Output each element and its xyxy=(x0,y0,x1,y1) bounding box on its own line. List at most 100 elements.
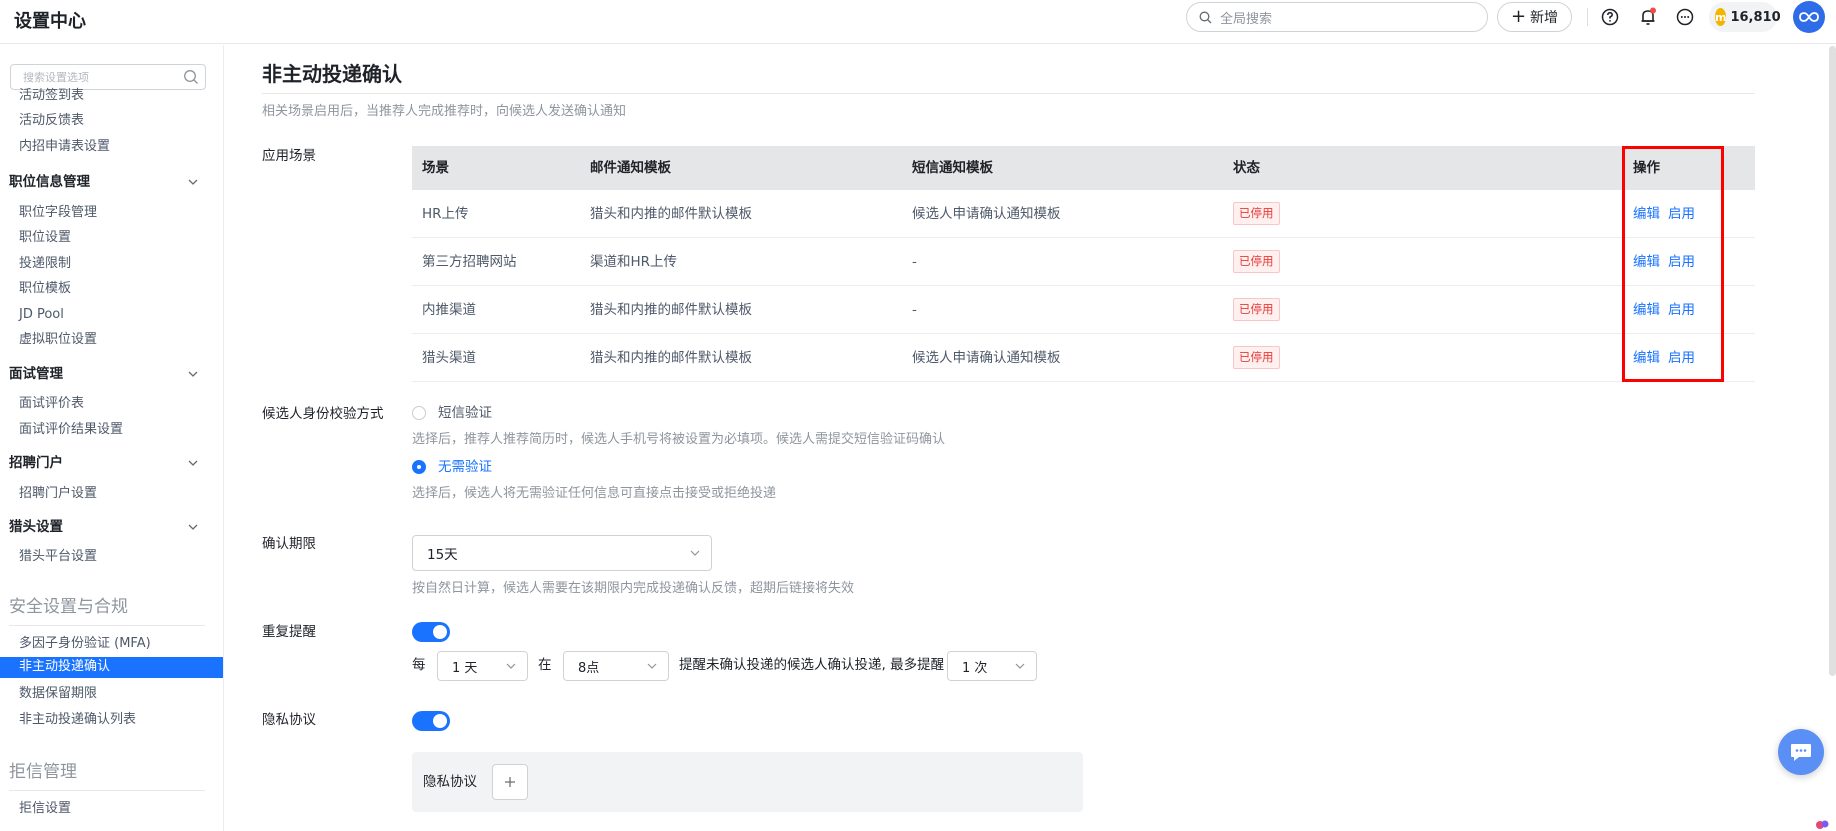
sidebar: 搜索设置选项 活动签到表 活动反馈表 内招申请表设置 职位信息管理 职位字段管理… xyxy=(0,45,224,831)
scene-label: 应用场景 xyxy=(262,148,316,164)
search-icon xyxy=(183,69,199,88)
cell-email-template: 猎头和内推的邮件默认模板 xyxy=(590,350,752,366)
chevron-down-icon xyxy=(647,663,657,669)
help-icon[interactable] xyxy=(1598,5,1622,29)
chat-assistant-button[interactable] xyxy=(1778,729,1824,775)
sidebar-item-delivery-limit[interactable]: 投递限制 xyxy=(19,255,71,273)
reminder-every-text: 每 xyxy=(412,657,426,673)
sidebar-item-jd-pool[interactable]: JD Pool xyxy=(19,306,64,324)
plus-icon xyxy=(505,777,515,787)
sidebar-item-internal-application[interactable]: 内招申请表设置 xyxy=(19,138,110,156)
sidebar-item-activity-checkin[interactable]: 活动签到表 xyxy=(19,87,84,105)
page-title: 非主动投递确认 xyxy=(262,62,402,86)
status-badge: 已停用 xyxy=(1233,346,1280,369)
new-button-label: 新增 xyxy=(1530,10,1559,26)
cell-email-template: 渠道和HR上传 xyxy=(590,254,678,270)
sms-verify-hint: 选择后，推荐人推荐简历时，候选人手机号将被设置为必填项。候选人需提交短信验证码确… xyxy=(412,432,946,447)
deadline-select[interactable]: 15天 xyxy=(412,535,712,571)
column-header-scene: 场景 xyxy=(422,160,449,176)
sidebar-group-headhunter[interactable]: 猎头设置 xyxy=(9,518,63,536)
sidebar-item-headhunter-platform[interactable]: 猎头平台设置 xyxy=(19,548,97,566)
cell-sms-template: 候选人申请确认通知模板 xyxy=(912,350,1061,366)
column-header-sms: 短信通知模板 xyxy=(912,160,993,176)
search-icon xyxy=(1199,11,1212,24)
cell-email-template: 猎头和内推的邮件默认模板 xyxy=(590,206,752,222)
cell-sms-template: - xyxy=(912,254,917,270)
sidebar-item-job-fields[interactable]: 职位字段管理 xyxy=(19,204,97,222)
sidebar-item-non-active-delivery-confirm[interactable]: 非主动投递确认 xyxy=(0,657,223,678)
global-search-input[interactable]: 全局搜索 xyxy=(1186,2,1488,32)
floating-widget-icon[interactable] xyxy=(1815,818,1829,830)
bell-icon[interactable] xyxy=(1636,5,1660,29)
chevron-down-icon[interactable] xyxy=(186,367,200,381)
sidebar-group-interview[interactable]: 面试管理 xyxy=(9,365,63,383)
infinity-logo-icon xyxy=(1799,12,1819,22)
title-divider xyxy=(262,93,1755,94)
status-badge: 已停用 xyxy=(1233,298,1280,321)
coin-balance[interactable]: m 16,810 xyxy=(1709,2,1781,32)
reminder-label: 重复提醒 xyxy=(262,624,316,640)
sidebar-group-job-info[interactable]: 职位信息管理 xyxy=(9,173,90,191)
plus-icon: + xyxy=(1510,6,1527,27)
privacy-label: 隐私协议 xyxy=(262,712,316,728)
no-verify-hint: 选择后，候选人将无需验证任何信息可直接点击接受或拒绝投递 xyxy=(412,486,777,501)
table-row: 猎头渠道 猎头和内推的邮件默认模板 候选人申请确认通知模板 已停用 编辑 启用 xyxy=(412,334,1755,382)
reminder-at-text: 在 xyxy=(538,657,552,673)
top-bar: 设置中心 全局搜索 + 新增 m 16,810 xyxy=(0,0,1836,44)
chevron-down-icon xyxy=(506,663,516,669)
toolbar-divider xyxy=(1587,8,1588,26)
reminder-interval-select[interactable]: 1 天 xyxy=(437,651,528,681)
column-header-status: 状态 xyxy=(1233,160,1260,176)
page-description: 相关场景启用后，当推荐人完成推荐时，向候选人发送确认通知 xyxy=(262,104,627,119)
add-privacy-agreement-button[interactable] xyxy=(492,764,528,800)
cell-sms-template: - xyxy=(912,302,917,318)
chevron-down-icon xyxy=(690,550,700,556)
sidebar-item-interview-eval-form[interactable]: 面试评价表 xyxy=(19,395,84,413)
sidebar-item-label: 非主动投递确认 xyxy=(19,659,111,674)
sidebar-item-job-template[interactable]: 职位模板 xyxy=(19,280,71,298)
identity-label: 候选人身份校验方式 xyxy=(262,406,384,422)
reminder-interval-value: 1 天 xyxy=(452,660,478,676)
reminder-time-select[interactable]: 8点 xyxy=(563,651,669,681)
sidebar-item-reject-settings[interactable]: 拒信设置 xyxy=(19,800,71,818)
column-header-email: 邮件通知模板 xyxy=(590,160,671,176)
radio-no-verify-label[interactable]: 无需验证 xyxy=(438,458,492,476)
sidebar-item-activity-feedback[interactable]: 活动反馈表 xyxy=(19,112,84,130)
chevron-down-icon[interactable] xyxy=(186,520,200,534)
reminder-max-select[interactable]: 1 次 xyxy=(947,651,1037,681)
chat-bubble-icon xyxy=(1791,744,1811,761)
radio-sms-verify-label[interactable]: 短信验证 xyxy=(438,404,492,422)
sidebar-section-security: 安全设置与合规 xyxy=(9,597,128,617)
sidebar-group-portal[interactable]: 招聘门户 xyxy=(9,454,63,472)
table-row: HR上传 猎头和内推的邮件默认模板 候选人申请确认通知模板 已停用 编辑 启用 xyxy=(412,190,1755,238)
status-badge: 已停用 xyxy=(1233,250,1280,273)
reminder-toggle[interactable] xyxy=(412,622,450,642)
chevron-down-icon[interactable] xyxy=(186,175,200,189)
chevron-down-icon[interactable] xyxy=(186,456,200,470)
global-search-placeholder: 全局搜索 xyxy=(1220,11,1273,27)
table-row: 第三方招聘网站 渠道和HR上传 - 已停用 编辑 启用 xyxy=(412,238,1755,286)
more-icon[interactable] xyxy=(1673,5,1697,29)
sidebar-item-confirm-list[interactable]: 非主动投递确认列表 xyxy=(19,711,136,729)
coin-icon: m xyxy=(1715,8,1727,26)
sidebar-item-data-retention[interactable]: 数据保留期限 xyxy=(19,685,97,703)
sidebar-item-virtual-job[interactable]: 虚拟职位设置 xyxy=(19,331,97,349)
status-badge: 已停用 xyxy=(1233,202,1280,225)
deadline-hint: 按自然日计算，候选人需要在该期限内完成投递确认反馈，超期后链接将失效 xyxy=(412,581,855,596)
radio-sms-verify[interactable] xyxy=(412,406,426,420)
radio-no-verify[interactable] xyxy=(412,460,426,474)
cell-scene: HR上传 xyxy=(422,206,469,222)
avatar[interactable] xyxy=(1793,1,1825,33)
coin-count: 16,810 xyxy=(1730,9,1781,25)
page-scrollbar[interactable] xyxy=(1829,46,1836,676)
table-header: 场景 邮件通知模板 短信通知模板 状态 操作 xyxy=(412,146,1755,190)
privacy-toggle[interactable] xyxy=(412,711,450,731)
sidebar-item-portal-settings[interactable]: 招聘门户设置 xyxy=(19,485,97,503)
sidebar-item-interview-eval-result[interactable]: 面试评价结果设置 xyxy=(19,421,123,439)
sidebar-item-mfa[interactable]: 多因子身份验证 (MFA) xyxy=(19,635,151,653)
sidebar-section-reject: 拒信管理 xyxy=(9,762,77,782)
cell-scene: 第三方招聘网站 xyxy=(422,254,517,270)
action-column-highlight xyxy=(1622,146,1724,382)
new-button[interactable]: + 新增 xyxy=(1497,2,1572,32)
sidebar-item-job-settings[interactable]: 职位设置 xyxy=(19,229,71,247)
